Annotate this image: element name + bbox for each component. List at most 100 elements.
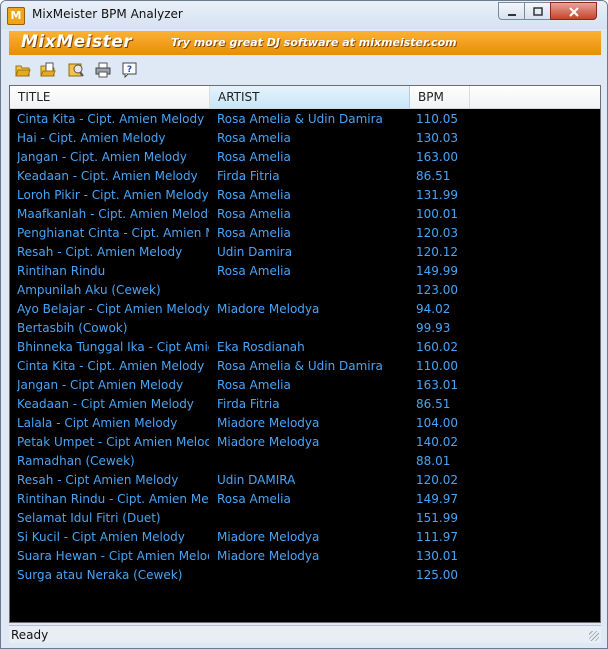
track-bpm: 149.99 bbox=[416, 264, 458, 278]
status-bar: Ready bbox=[9, 625, 601, 643]
track-title: Bhinneka Tunggal Ika - Cipt Amie... bbox=[17, 340, 209, 354]
table-row[interactable]: Maafkanlah - Cipt. Amien Melody Rosa Amel… bbox=[10, 205, 600, 224]
table-row[interactable]: Ampunilah Aku (Cewek) 123.00 bbox=[10, 281, 600, 300]
table-row[interactable]: Jangan - Cipt. Amien Melody Rosa Amelia 16… bbox=[10, 148, 600, 167]
table-row[interactable]: Bhinneka Tunggal Ika - Cipt Amie... Eka R… bbox=[10, 338, 600, 357]
track-title: Keadaan - Cipt Amien Melody bbox=[17, 397, 194, 411]
track-bpm: 110.05 bbox=[416, 112, 458, 126]
track-title: Ampunilah Aku (Cewek) bbox=[17, 283, 161, 297]
table-row[interactable]: Keadaan - Cipt Amien Melody Firda Fitria 8… bbox=[10, 395, 600, 414]
svg-text:?: ? bbox=[127, 65, 132, 75]
table-row[interactable]: Loroh Pikir - Cipt. Amien Melody Rosa Ame… bbox=[10, 186, 600, 205]
track-artist: Miadore Melodya bbox=[217, 302, 320, 316]
table-row[interactable]: Hai - Cipt. Amien Melody Rosa Amelia 130.0… bbox=[10, 129, 600, 148]
close-button[interactable] bbox=[550, 2, 597, 20]
track-artist: Rosa Amelia & Udin Damira bbox=[217, 359, 383, 373]
help-icon: ? bbox=[122, 62, 137, 79]
track-bpm: 140.02 bbox=[416, 435, 458, 449]
track-artist: Firda Fitria bbox=[217, 169, 280, 183]
track-artist: Miadore Melodya bbox=[217, 435, 320, 449]
track-title: Jangan - Cipt Amien Melody bbox=[17, 378, 184, 392]
table-row[interactable]: Penghianat Cinta - Cipt. Amien M... Rosa … bbox=[10, 224, 600, 243]
app-window: M MixMeister BPM Analyzer MixMeister Try… bbox=[0, 0, 608, 649]
table-row[interactable]: Ayo Belajar - Cipt Amien Melody Miadore M… bbox=[10, 300, 600, 319]
table-row[interactable]: Surga atau Neraka (Cewek) 125.00 bbox=[10, 566, 600, 585]
track-bpm: 86.51 bbox=[416, 397, 451, 411]
table-row[interactable]: Rintihan Rindu Rosa Amelia 149.99 bbox=[10, 262, 600, 281]
track-title: Lalala - Cipt Amien Melody bbox=[17, 416, 178, 430]
toolbar: ? bbox=[9, 57, 601, 83]
table-row[interactable]: Selamat Idul Fitri (Duet) 151.99 bbox=[10, 509, 600, 528]
maximize-button[interactable] bbox=[524, 2, 551, 20]
window-title: MixMeister BPM Analyzer bbox=[32, 7, 183, 21]
track-artist: Rosa Amelia bbox=[217, 226, 291, 240]
column-header-bpm[interactable]: BPM bbox=[410, 86, 470, 108]
table-row[interactable]: Cinta Kita - Cipt. Amien Melody Rosa Amel… bbox=[10, 110, 600, 129]
track-bpm: 120.12 bbox=[416, 245, 458, 259]
track-bpm: 120.02 bbox=[416, 473, 458, 487]
open-folder-button[interactable] bbox=[15, 62, 31, 78]
track-artist: Rosa Amelia bbox=[217, 131, 291, 145]
track-bpm: 104.00 bbox=[416, 416, 458, 430]
track-artist: Udin DAMIRA bbox=[217, 473, 296, 487]
analyze-button[interactable] bbox=[68, 62, 84, 78]
table-row[interactable]: Resah - Cipt. Amien Melody Udin Damira 120… bbox=[10, 243, 600, 262]
open-files-icon bbox=[40, 62, 56, 77]
track-artist: Rosa Amelia bbox=[217, 492, 291, 506]
track-title: Cinta Kita - Cipt. Amien Melody bbox=[17, 112, 205, 126]
table-row[interactable]: Petak Umpet - Cipt Amien Melody Miadore M… bbox=[10, 433, 600, 452]
track-artist: Rosa Amelia & Udin Damira bbox=[217, 112, 383, 126]
track-bpm: 94.02 bbox=[416, 302, 451, 316]
track-artist: Rosa Amelia bbox=[217, 188, 291, 202]
table-row[interactable]: Ramadhan (Cewek) 88.01 bbox=[10, 452, 600, 471]
table-row[interactable]: Lalala - Cipt Amien Melody Miadore Melody… bbox=[10, 414, 600, 433]
help-button[interactable]: ? bbox=[122, 62, 138, 79]
track-title: Si Kucil - Cipt Amien Melody bbox=[17, 530, 185, 544]
open-files-button[interactable] bbox=[40, 62, 56, 78]
print-button[interactable] bbox=[95, 62, 111, 78]
mixmeister-banner[interactable]: MixMeister Try more great DJ software at… bbox=[9, 31, 601, 55]
track-title: Hai - Cipt. Amien Melody bbox=[17, 131, 166, 145]
column-header-artist[interactable]: ARTIST bbox=[210, 86, 410, 108]
analyze-icon bbox=[68, 63, 84, 77]
track-title: Rintihan Rindu bbox=[17, 264, 106, 278]
track-bpm: 120.03 bbox=[416, 226, 458, 240]
list-header: TITLE ARTIST BPM bbox=[10, 86, 600, 109]
banner-tagline[interactable]: Try more great DJ software at mixmeister… bbox=[171, 36, 457, 49]
column-header-filler bbox=[470, 86, 600, 108]
track-artist: Eka Rosdianah bbox=[217, 340, 305, 354]
table-row[interactable]: Rintihan Rindu - Cipt. Amien Melo... Rosa… bbox=[10, 490, 600, 509]
track-artist: Rosa Amelia bbox=[217, 378, 291, 392]
track-bpm: 151.99 bbox=[416, 511, 458, 525]
table-row[interactable]: Cinta Kita - Cipt. Amien Melody Rosa Amel… bbox=[10, 357, 600, 376]
track-title: Resah - Cipt. Amien Melody bbox=[17, 245, 183, 259]
resize-grip[interactable] bbox=[589, 631, 599, 641]
track-title: Maafkanlah - Cipt. Amien Melody bbox=[17, 207, 209, 221]
track-bpm: 111.97 bbox=[416, 530, 458, 544]
table-row[interactable]: Suara Hewan - Cipt Amien Melody Miadore M… bbox=[10, 547, 600, 566]
track-title: Surga atau Neraka (Cewek) bbox=[17, 568, 183, 582]
table-row[interactable]: Keadaan - Cipt. Amien Melody Firda Fitria… bbox=[10, 167, 600, 186]
track-list[interactable]: TITLE ARTIST BPM Cinta Kita - Cipt. Amie… bbox=[9, 85, 601, 623]
track-title: Bertasbih (Cowok) bbox=[17, 321, 128, 335]
track-bpm: 130.01 bbox=[416, 549, 458, 563]
track-artist: Firda Fitria bbox=[217, 397, 280, 411]
minimize-button[interactable] bbox=[498, 2, 525, 20]
track-bpm: 130.03 bbox=[416, 131, 458, 145]
app-icon[interactable]: M bbox=[7, 7, 25, 25]
track-title: Loroh Pikir - Cipt. Amien Melody bbox=[17, 188, 209, 202]
track-title: Suara Hewan - Cipt Amien Melody bbox=[17, 549, 209, 563]
table-row[interactable]: Si Kucil - Cipt Amien Melody Miadore Melo… bbox=[10, 528, 600, 547]
table-row[interactable]: Jangan - Cipt Amien Melody Rosa Amelia 163… bbox=[10, 376, 600, 395]
table-row[interactable]: Resah - Cipt Amien Melody Udin DAMIRA 120.… bbox=[10, 471, 600, 490]
track-artist: Rosa Amelia bbox=[217, 264, 291, 278]
title-bar[interactable]: M MixMeister BPM Analyzer bbox=[1, 1, 607, 29]
track-artist: Rosa Amelia bbox=[217, 150, 291, 164]
track-title: Selamat Idul Fitri (Duet) bbox=[17, 511, 161, 525]
table-row[interactable]: Bertasbih (Cowok) 99.93 bbox=[10, 319, 600, 338]
track-title: Resah - Cipt Amien Melody bbox=[17, 473, 179, 487]
print-icon bbox=[95, 62, 111, 78]
track-artist: Miadore Melodya bbox=[217, 530, 320, 544]
column-header-title[interactable]: TITLE bbox=[10, 86, 210, 108]
track-title: Petak Umpet - Cipt Amien Melody bbox=[17, 435, 209, 449]
